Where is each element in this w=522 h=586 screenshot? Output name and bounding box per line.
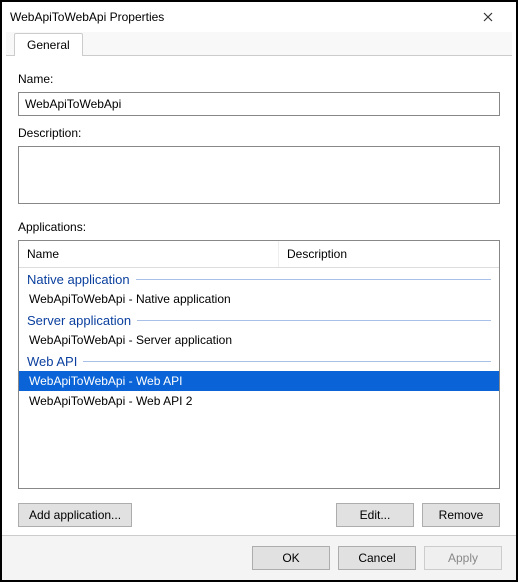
list-item[interactable]: WebApiToWebApi - Web API (19, 371, 499, 391)
cancel-button[interactable]: Cancel (338, 546, 416, 570)
group-header: Server application (19, 309, 499, 330)
edit-button[interactable]: Edit... (336, 503, 414, 527)
titlebar: WebApiToWebApi Properties (2, 2, 516, 32)
tab-general[interactable]: General (14, 33, 83, 56)
dialog-footer: OK Cancel Apply (2, 535, 516, 580)
description-label: Description: (18, 126, 500, 140)
applications-header: Name Description (19, 241, 499, 268)
list-item[interactable]: WebApiToWebApi - Web API 2 (19, 391, 499, 411)
applications-label: Applications: (18, 220, 500, 234)
tabstrip: General (6, 32, 512, 56)
group-header-label: Web API (27, 354, 77, 369)
apply-button[interactable]: Apply (424, 546, 502, 570)
group-header-label: Native application (27, 272, 130, 287)
remove-button[interactable]: Remove (422, 503, 500, 527)
column-header-description[interactable]: Description (279, 241, 499, 267)
list-item[interactable]: WebApiToWebApi - Native application (19, 289, 499, 309)
properties-dialog: WebApiToWebApi Properties General Name: … (0, 0, 518, 582)
group-header: Web API (19, 350, 499, 371)
description-input[interactable] (18, 146, 500, 204)
close-button[interactable] (468, 3, 508, 31)
applications-buttons: Add application... Edit... Remove (18, 503, 500, 527)
add-application-button[interactable]: Add application... (18, 503, 132, 527)
ok-button[interactable]: OK (252, 546, 330, 570)
list-item[interactable]: WebApiToWebApi - Server application (19, 330, 499, 350)
group-header-label: Server application (27, 313, 131, 328)
column-header-name[interactable]: Name (19, 241, 279, 267)
name-label: Name: (18, 72, 500, 86)
applications-list[interactable]: Native application WebApiToWebApi - Nativ… (19, 268, 499, 488)
group-header-line (137, 320, 491, 321)
applications-listbox: Name Description Native application WebAp… (18, 240, 500, 489)
group-header: Native application (19, 268, 499, 289)
group-header-line (136, 279, 491, 280)
group-header-line (83, 361, 491, 362)
window-title: WebApiToWebApi Properties (10, 10, 468, 24)
tab-content: Name: Description: Applications: Name De… (2, 56, 516, 535)
name-input[interactable] (18, 92, 500, 116)
close-icon (483, 12, 493, 22)
